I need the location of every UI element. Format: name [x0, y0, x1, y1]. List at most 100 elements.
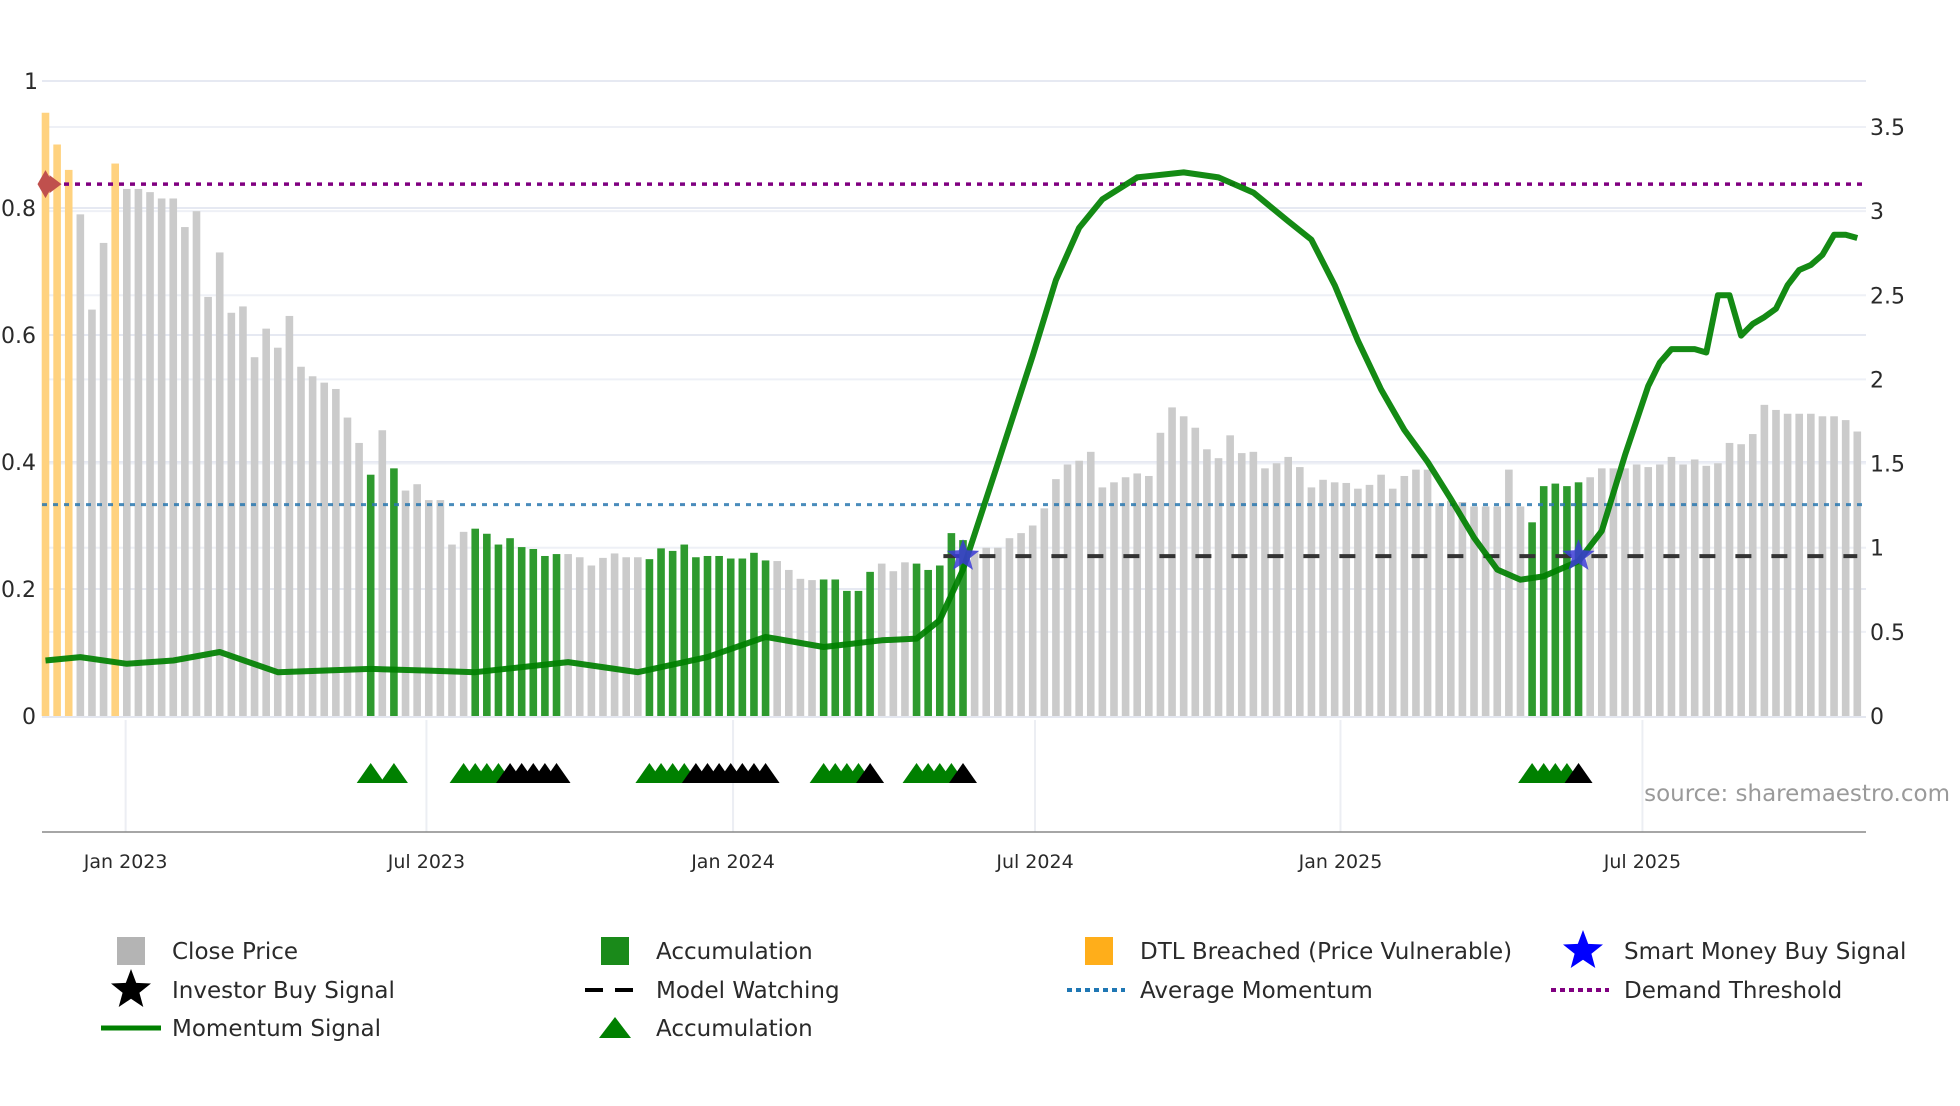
- close-price-bar: [1319, 479, 1327, 716]
- accumulation-triangle: [356, 763, 385, 783]
- close-price-bar: [1830, 416, 1838, 716]
- legend-item: Accumulation: [601, 937, 813, 965]
- close-price-bar: [1156, 432, 1165, 716]
- close-price-bar: [192, 211, 201, 717]
- close-price-bar: [215, 252, 224, 716]
- legend-label: Close Price: [172, 939, 298, 965]
- close-price-bar: [1121, 477, 1130, 716]
- close-price-bar: [1446, 500, 1455, 716]
- close-price-bar: [1040, 508, 1049, 716]
- close-price-bar: [355, 442, 363, 716]
- close-price-bar: [76, 214, 85, 716]
- close-price-bar: [1110, 482, 1118, 716]
- close-price-bar: [587, 565, 596, 716]
- accumulation-triangle: [379, 763, 408, 783]
- close-price-bar: [1516, 506, 1525, 716]
- close-price-bar: [1249, 451, 1258, 716]
- right-tick-label: 2.5: [1870, 284, 1905, 309]
- close-price-bar: [459, 531, 468, 716]
- accumulation-bar: [924, 569, 932, 716]
- close-price-bar: [413, 484, 421, 716]
- close-price-bar: [88, 309, 96, 716]
- left-tick-label: 0: [22, 705, 36, 730]
- close-price-bar: [1133, 473, 1142, 716]
- right-tick-label: 1: [1870, 537, 1884, 562]
- dtl-breached-bar: [64, 169, 73, 716]
- accumulation-bar: [1528, 522, 1536, 716]
- close-price-bar: [1412, 469, 1420, 716]
- close-price-bar: [99, 242, 108, 717]
- green-triangle-icon: [599, 1017, 631, 1038]
- accumulation-bar: [529, 548, 538, 716]
- right-tick-label: 0.5: [1870, 621, 1905, 646]
- close-price-bar: [1586, 477, 1594, 716]
- close-price-bar: [622, 557, 630, 716]
- close-price-bar: [1063, 464, 1072, 716]
- close-price-bar: [982, 547, 991, 716]
- close-price-bar: [1342, 482, 1351, 716]
- accumulation-bar: [517, 547, 526, 716]
- legend-item: Demand Threshold: [1551, 978, 1842, 1004]
- momentum-signal-line: [45, 169, 1859, 676]
- close-price-bar: [1632, 464, 1641, 716]
- close-price-bar: [1818, 416, 1827, 716]
- close-price-bar: [1307, 487, 1316, 716]
- legend-label: Demand Threshold: [1624, 978, 1842, 1004]
- accumulation-bar: [1563, 486, 1571, 716]
- left-tick-label: 0.6: [1, 324, 36, 349]
- close-price-bar: [1656, 464, 1664, 716]
- close-price-bar: [1272, 463, 1281, 716]
- close-price-bar: [1284, 456, 1292, 716]
- close-price-bar: [1028, 525, 1037, 716]
- dtl-breached-bar: [53, 144, 61, 716]
- blue-star-icon: [1563, 930, 1603, 968]
- close-price-bar: [1841, 420, 1850, 716]
- legend-item: Close Price: [117, 937, 298, 965]
- accumulation-bar: [680, 544, 689, 716]
- bars: [41, 112, 1862, 717]
- right-tick-label: 2: [1870, 368, 1884, 393]
- left-tick-label: 0.2: [1, 578, 36, 603]
- close-price-bar: [1807, 413, 1815, 716]
- legend-label: Average Momentum: [1140, 978, 1373, 1004]
- legend-label: Accumulation: [656, 1016, 813, 1042]
- close-price-bar: [889, 571, 898, 716]
- accumulation-bar: [843, 590, 851, 716]
- accumulation-bar: [552, 554, 561, 716]
- legend-label: Accumulation: [656, 939, 813, 965]
- accumulation-bar: [947, 533, 956, 716]
- right-tick-label: 0: [1870, 705, 1884, 730]
- close-price-bar: [1783, 413, 1792, 716]
- close-price-bar: [273, 347, 282, 716]
- close-price-bar: [448, 544, 456, 716]
- close-price-bar: [1725, 442, 1734, 716]
- legend-label: Momentum Signal: [172, 1016, 381, 1042]
- close-price-bar: [1760, 404, 1769, 716]
- close-price-bar: [1423, 469, 1432, 716]
- accumulation-bar: [645, 559, 654, 716]
- close-price-bar: [1214, 458, 1223, 716]
- close-price-bar: [1737, 444, 1745, 716]
- close-price-bar: [1853, 431, 1862, 716]
- close-price-bar: [575, 557, 584, 716]
- legend-label: DTL Breached (Price Vulnerable): [1140, 939, 1512, 965]
- right-tick-label: 1.5: [1870, 453, 1905, 478]
- close-price-bar: [1493, 506, 1502, 716]
- legend-item: Model Watching: [585, 978, 840, 1004]
- close-price-bar: [134, 188, 143, 716]
- close-price-bar: [1203, 449, 1211, 716]
- close-price-bar: [564, 554, 572, 716]
- close-price-bar: [1505, 469, 1513, 716]
- chart: 0 0.2 0.4 0.6 0.8 1 0 0.5 1 1.5 2 2.5 3 3.5 Jan 2023 Ju…: [1, 70, 1950, 1042]
- close-price-bar: [1795, 413, 1804, 716]
- orange-square-icon: [1085, 937, 1113, 965]
- close-price-bar: [1679, 464, 1687, 716]
- close-price-bar: [1191, 427, 1200, 716]
- legend-item: DTL Breached (Price Vulnerable): [1085, 937, 1512, 965]
- close-price-bar: [146, 192, 154, 716]
- close-price-bar: [634, 557, 642, 716]
- close-price-bar: [181, 227, 189, 717]
- close-price-bar: [1388, 488, 1397, 716]
- close-price-bar: [1435, 503, 1443, 716]
- accumulation-bar: [738, 558, 747, 716]
